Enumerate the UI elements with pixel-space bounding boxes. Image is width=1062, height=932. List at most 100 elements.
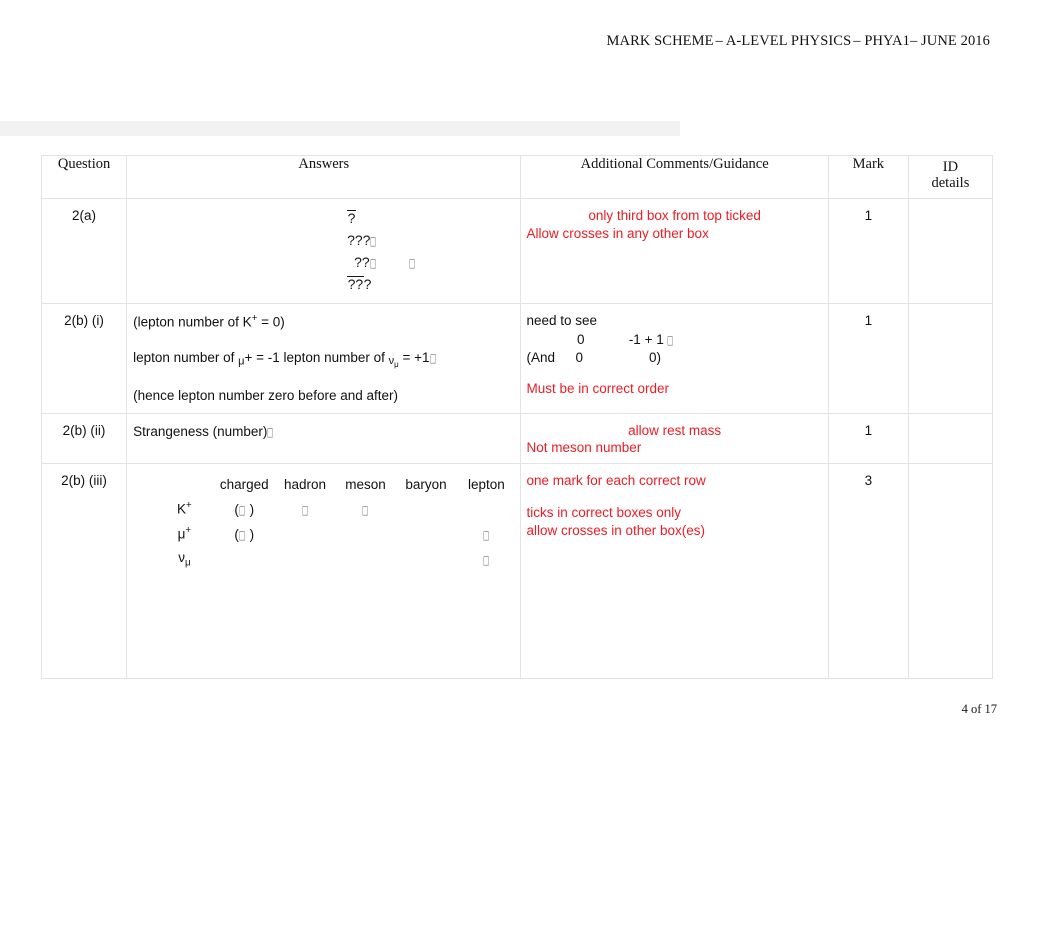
guidance-cell: allow rest mass Not meson number: [520, 412, 829, 465]
column-header-guidance: Additional Comments/Guidance: [520, 155, 829, 199]
guidance-intro: need to see: [526, 313, 598, 328]
table-header-row: Question Answers Additional Comments/Gui…: [40, 155, 994, 199]
tick-cell-charged: (□ ): [213, 522, 275, 548]
column-header-mark: Mark: [827, 155, 909, 199]
header-session: – JUNE 2016: [909, 33, 990, 49]
id-details-cell: [907, 303, 994, 414]
tick-icon: □: [362, 502, 369, 517]
guidance-number-row: 0 -1 + 1 □: [576, 331, 674, 347]
tick-cell-hadron: [274, 547, 336, 573]
tick-cell-baryon: [395, 522, 457, 548]
column-header-id-line2: details: [931, 174, 970, 191]
id-details-cell: [907, 463, 994, 680]
page-number: 4 of 17: [961, 702, 997, 716]
answer-cell: charged hadron meson baryon lepton K+ (□…: [126, 463, 522, 680]
answer-line-1: (lepton number of K+ = 0): [133, 313, 285, 330]
tick-cell-charged: (□ ): [213, 497, 275, 523]
mark-value: 1: [827, 303, 909, 414]
answer-cell: ? ???□ ??□ □ ???: [126, 198, 522, 304]
guidance-cell: one mark for each correct row ticks in c…: [520, 463, 829, 680]
question-number: 2(a): [40, 198, 128, 304]
tick-cell-baryon: [395, 547, 457, 573]
particle-label-numu: νμ: [155, 547, 214, 573]
particle-col-charged: charged: [213, 472, 275, 498]
id-details-cell: [907, 198, 994, 304]
answer-cell: Strangeness (number)□: [126, 412, 522, 465]
tick-icon: □: [482, 527, 490, 542]
question-number: 2(b) (i): [40, 303, 128, 414]
mark-value: 1: [827, 198, 909, 304]
tick-cell-baryon: [395, 497, 457, 523]
particle-col-lepton: lepton: [456, 472, 517, 498]
table-row: 2(b) (iii) charged hadron meson baryon l…: [40, 463, 994, 680]
missing-glyph-icon: □: [408, 256, 415, 270]
table-row: 2(a) ? ???□ ??□ □ ??? only third box fro…: [40, 198, 994, 304]
tick-cell-meson: □: [335, 497, 396, 523]
id-details-cell: [907, 412, 994, 465]
guidance-number-row: (And 0 0): [526, 349, 662, 365]
tick-icon: □: [238, 502, 246, 517]
guidance-note: one mark for each correct row: [526, 473, 706, 489]
mark-value: 1: [827, 412, 909, 465]
equation-line-2: ???□: [347, 229, 516, 251]
tick-icon: □: [238, 527, 246, 542]
particle-col-meson: meson: [335, 472, 396, 498]
particle-table-header-row: charged hadron meson baryon lepton: [155, 472, 517, 498]
missing-glyph-icon: □: [370, 234, 377, 248]
document-header: MARK SCHEME – A-LEVEL PHYSICS – PHYA1– JUN…: [607, 33, 991, 50]
guidance-cell: need to see 0 -1 + 1 □ (And 0 0) Must be in…: [520, 303, 829, 414]
question-number: 2(b) (ii): [40, 412, 128, 465]
tick-cell-lepton: [456, 497, 517, 523]
guidance-note: allow rest mass: [628, 422, 722, 438]
tick-icon: □: [482, 552, 490, 567]
tick-cell-hadron: [274, 522, 336, 548]
answer-line-2: lepton number of μ+ = -1 lepton number o…: [133, 349, 436, 370]
particle-col-hadron: hadron: [274, 472, 336, 498]
answer-text: Strangeness (number): [133, 423, 268, 439]
header-divider-band: [0, 121, 680, 136]
table-row: 2(b) (ii) Strangeness (number)□ allow re…: [40, 412, 994, 465]
tick-cell-lepton: □: [456, 522, 517, 548]
answer-line-3: (hence lepton number zero before and aft…: [133, 388, 398, 404]
guidance-note: Allow crosses in any other box: [526, 225, 709, 241]
header-mark-scheme: MARK SCHEME: [606, 33, 714, 49]
answer-cell: (lepton number of K+ = 0) lepton number …: [126, 303, 522, 414]
equation-line-4: ???: [347, 276, 372, 292]
guidance-note: ticks in correct boxes only: [526, 505, 682, 521]
tick-cell-hadron: □: [274, 497, 336, 523]
column-header-id-line1: ID: [942, 159, 959, 175]
guidance-note: allow crosses in other box(es): [526, 522, 706, 538]
header-unit-code: – PHYA1: [853, 33, 910, 49]
missing-glyph-icon: □: [429, 350, 436, 365]
equation-line-1: ?: [347, 210, 356, 226]
guidance-note: only third box from top ticked: [588, 208, 761, 223]
particle-row-kplus: K+ (□ ) □ □: [155, 497, 517, 523]
missing-glyph-icon: □: [667, 332, 674, 347]
missing-glyph-icon: □: [369, 256, 376, 270]
particle-label-kplus: K+: [155, 497, 214, 523]
particle-row-numu: νμ □: [155, 547, 517, 573]
tick-cell-meson: [335, 522, 396, 548]
mark-scheme-table: Question Answers Additional Comments/Gui…: [40, 155, 994, 680]
table-row: 2(b) (i) (lepton number of K+ = 0) lepto…: [40, 303, 994, 414]
guidance-note: Not meson number: [526, 440, 642, 456]
question-number: 2(b) (iii): [40, 463, 128, 680]
guidance-cell: only third box from top ticked Allow cro…: [520, 198, 829, 304]
tick-cell-lepton: □: [456, 547, 517, 573]
column-header-answers: Answers: [126, 155, 522, 199]
column-header-question: Question: [40, 155, 128, 199]
particle-classification-table: charged hadron meson baryon lepton K+ (□…: [155, 472, 517, 573]
equation-line-3: ??□ □: [347, 251, 516, 273]
tick-cell-charged: [213, 547, 275, 573]
tick-cell-meson: [335, 547, 396, 573]
column-header-id-details: ID details: [907, 155, 994, 199]
particle-equation-block: ? ???□ ??□ □ ???: [133, 207, 516, 295]
particle-label-muplus: μ+: [155, 522, 214, 548]
tick-icon: □: [301, 502, 308, 517]
header-qualification: – A-LEVEL PHYSICS: [715, 33, 852, 49]
particle-col-baryon: baryon: [395, 472, 457, 498]
guidance-note: Must be in correct order: [526, 381, 670, 397]
mark-value: 3: [827, 463, 909, 680]
particle-row-muplus: μ+ (□ ) □: [155, 522, 517, 548]
missing-glyph-icon: □: [267, 424, 274, 439]
